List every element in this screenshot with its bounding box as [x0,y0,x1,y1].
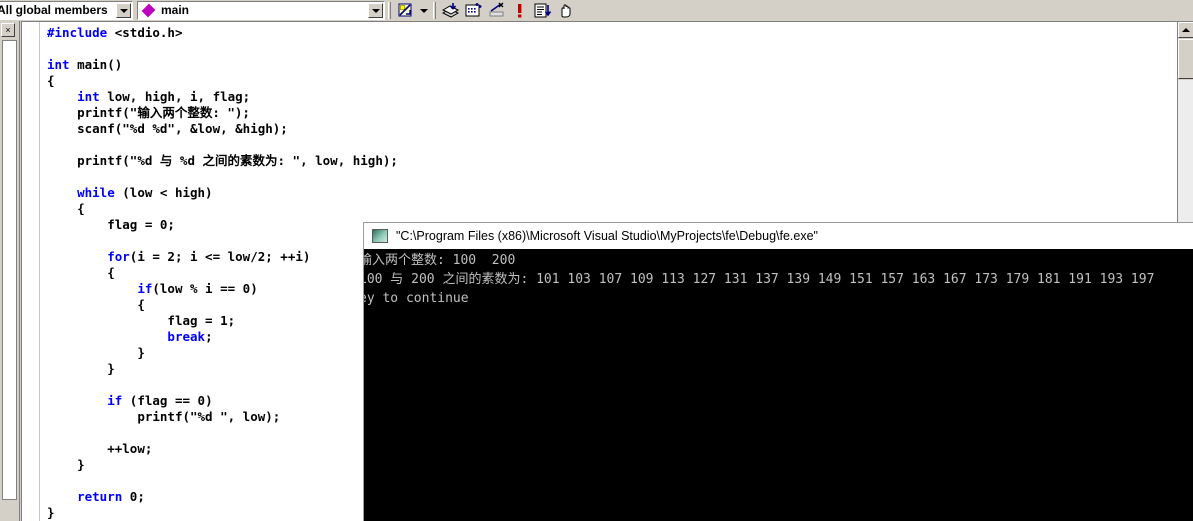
scope-combobox[interactable]: All global members [0,1,133,20]
toolbar-separator [433,2,436,19]
vs6-ide-screenshot: All global members main × #include <stdi… [0,0,1193,521]
stop-build-icon[interactable] [485,0,508,21]
console-output-area[interactable]: 输入两个整数: 100 200 100 与 200 之间的素数为: 101 10… [364,249,1193,521]
scope-combobox-value: All global members [0,3,108,17]
toolbar-separator [388,2,391,19]
close-icon[interactable]: × [1,23,15,37]
chevron-down-icon[interactable] [368,3,383,18]
build-icon[interactable] [462,0,485,21]
edit-bookmark-icon[interactable] [394,0,417,21]
console-window[interactable]: "C:\Program Files (x86)\Microsoft Visual… [363,222,1193,521]
console-output-text: 输入两个整数: 100 200 100 与 200 之间的素数为: 101 10… [364,253,1155,306]
wizardbar-toolbar: All global members main [0,0,1193,21]
console-window-icon [372,229,388,243]
editor-gutter[interactable] [22,22,40,521]
hand-breakpoint-icon[interactable] [554,0,577,21]
chevron-down-icon[interactable] [116,3,131,18]
scroll-up-arrow-icon[interactable] [1178,22,1193,38]
step-into-icon[interactable] [531,0,554,21]
member-combobox-value: main [161,3,190,17]
member-combobox[interactable]: main [137,1,385,20]
diamond-member-icon [141,3,156,18]
compile-icon[interactable] [439,0,462,21]
left-pane-body [2,40,17,500]
console-title-text: "C:\Program Files (x86)\Microsoft Visual… [396,229,818,243]
docked-left-pane: × [0,21,20,521]
chevron-down-icon[interactable] [417,0,430,21]
scrollbar-thumb[interactable] [1178,39,1193,79]
exclamation-run-icon[interactable] [508,0,531,21]
console-titlebar[interactable]: "C:\Program Files (x86)\Microsoft Visual… [364,223,1193,249]
